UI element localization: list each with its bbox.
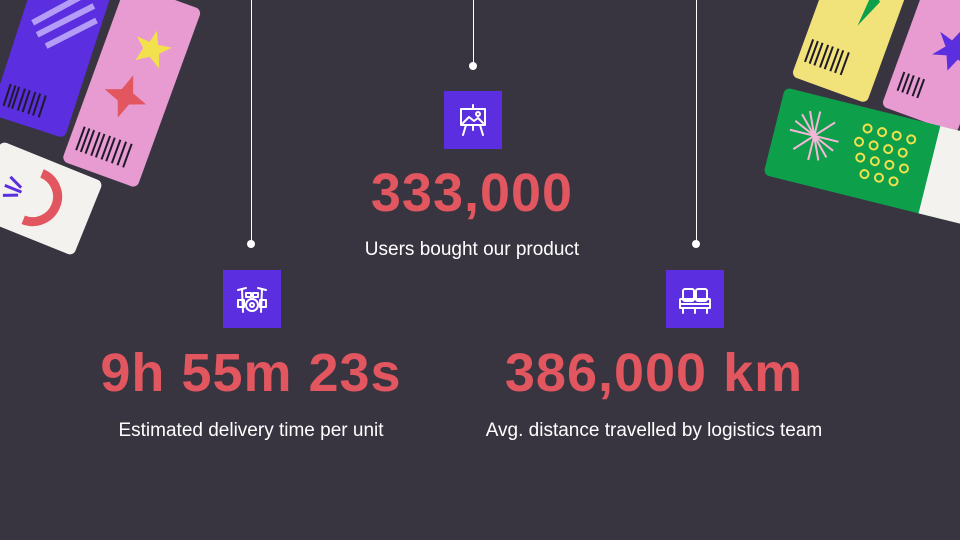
slide: 333,000 Users bought our product 9h 55m … [0, 0, 960, 540]
stat-distance-value: 386,000 km [504, 343, 804, 403]
tickets-decoration-left [0, 0, 201, 255]
hanging-dot-left [247, 240, 255, 248]
hanging-line-center [473, 0, 474, 66]
stat-users-value: 333,000 [370, 163, 574, 223]
stat-distance-label: Avg. distance travelled by logistics tea… [485, 420, 823, 441]
stat-delivery-label: Estimated delivery time per unit [118, 420, 384, 441]
hanging-line-right [696, 0, 697, 244]
easel-icon [444, 91, 502, 149]
stat-users-label: Users bought our product [364, 239, 580, 260]
drum-kit-icon [223, 270, 281, 328]
stat-delivery-value: 9h 55m 23s [100, 343, 402, 403]
hanging-dot-center [469, 62, 477, 70]
tickets-decoration-right [764, 0, 960, 228]
hanging-dot-right [692, 240, 700, 248]
hanging-line-left [251, 0, 252, 244]
seats-icon [666, 270, 724, 328]
